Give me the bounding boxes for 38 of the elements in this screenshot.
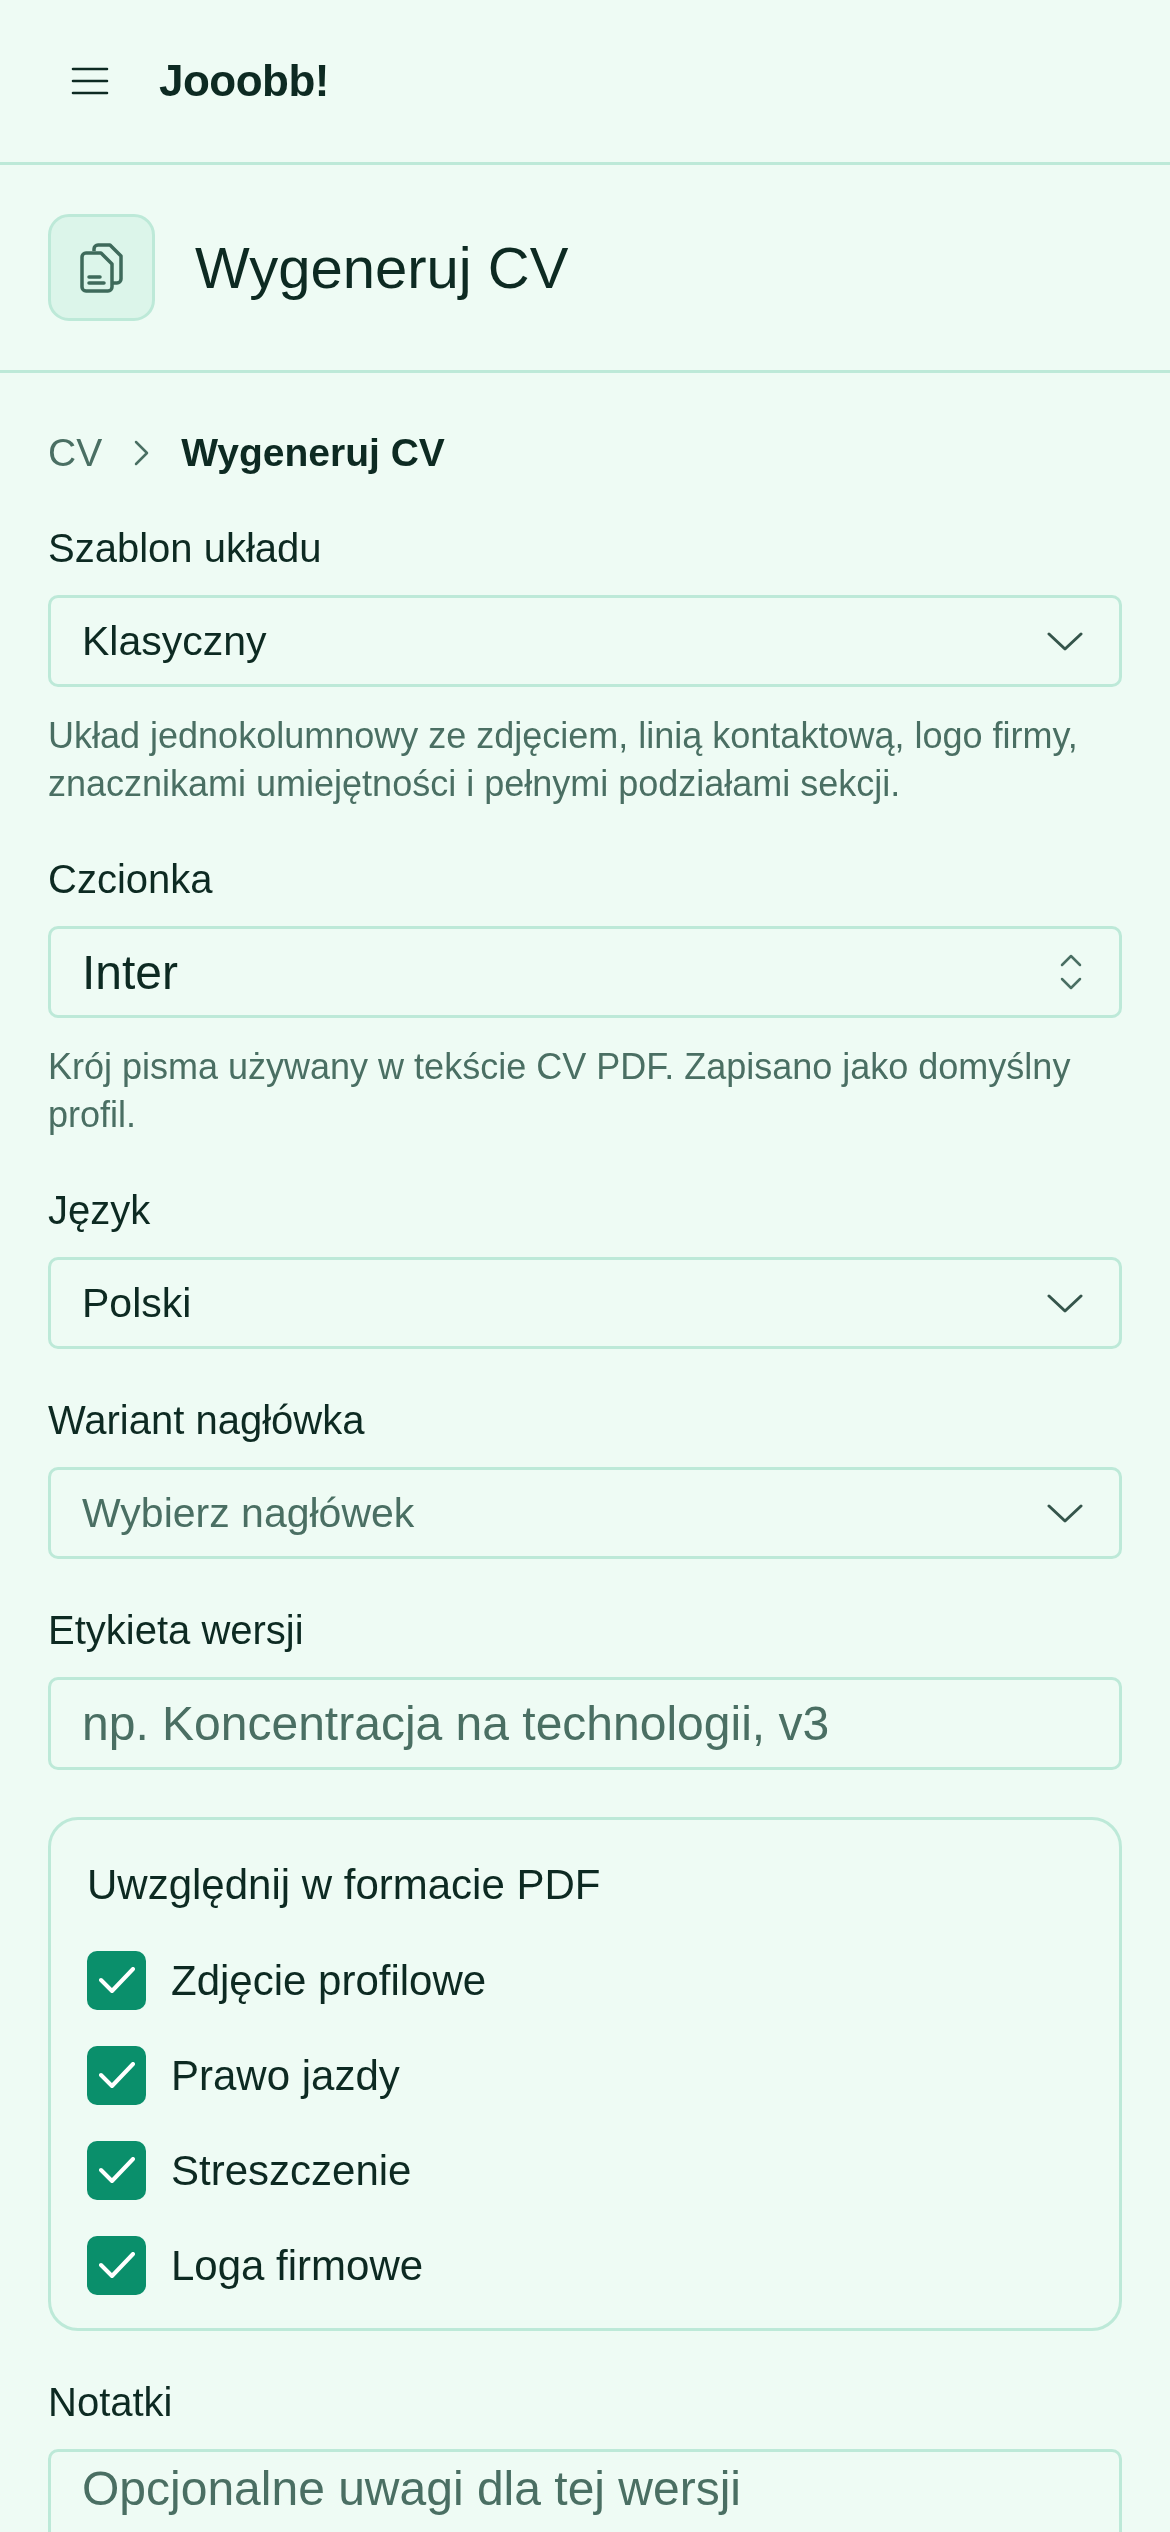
textarea-field[interactable]: Opcjonalne uwagi dla tej wersji [48, 2449, 1122, 2532]
helper-text: Krój pisma używany w tekście CV PDF. Zapisano jako domyślny profil. [48, 1045, 1072, 1137]
field-label: Język [48, 1187, 152, 1234]
chevron-down-icon [1047, 1503, 1083, 1523]
checkbox-label[interactable]: Prawo jazdy [171, 2049, 400, 2102]
checkbox-label[interactable]: Loga firmowe [171, 2239, 424, 2292]
up-down-chevron-icon [1059, 952, 1083, 992]
checkmark-icon [98, 2252, 135, 2279]
helper-text: Układ jednokolumnowy ze zdjęciem, linią kontaktową, logo firmy, znacznikami umiejętności i pełnymi podziałami sekcji. [48, 714, 1079, 806]
page-title: Wygeneruj CV [195, 233, 569, 302]
checkbox-label[interactable]: Streszczenie [171, 2144, 412, 2197]
dropdown-field[interactable]: Polski [48, 1257, 1122, 1349]
field-label: Etykieta wersji [48, 1607, 305, 1654]
card-title: Uwzględnij w formacie PDF [87, 1861, 602, 1909]
checkbox[interactable] [87, 2046, 146, 2105]
field-label: Szablon układu [48, 525, 323, 572]
select-field[interactable]: Inter [48, 926, 1122, 1018]
checkmark-icon [98, 2062, 135, 2089]
text-input[interactable]: np. Koncentracja na technologii, v3 [48, 1677, 1122, 1770]
chevron-right-icon [134, 440, 150, 466]
chevron-down-icon [1047, 1293, 1083, 1313]
checkmark-icon [98, 1967, 135, 1994]
app-name[interactable]: Jooobb! [159, 55, 329, 107]
breadcrumb-item: Wygeneruj CV [181, 430, 445, 476]
checkbox[interactable] [87, 2236, 146, 2295]
field-label: Notatki [48, 2379, 174, 2426]
dropdown-field[interactable]: Wybierz nagłówek [48, 1467, 1122, 1559]
field-label: Wariant nagłówka [48, 1397, 366, 1444]
checkbox[interactable] [87, 2141, 146, 2200]
dropdown-field[interactable]: Klasyczny [48, 595, 1122, 687]
checkmark-icon [98, 2157, 135, 2184]
field-label: Czcionka [48, 856, 214, 903]
breadcrumb-item[interactable]: CV [48, 429, 103, 477]
chevron-down-icon [1047, 631, 1083, 651]
menu-icon[interactable] [71, 67, 109, 95]
checkbox-label[interactable]: Zdjęcie profilowe [171, 1954, 487, 2007]
checkbox[interactable] [87, 1951, 146, 2010]
documents-icon [48, 214, 155, 321]
